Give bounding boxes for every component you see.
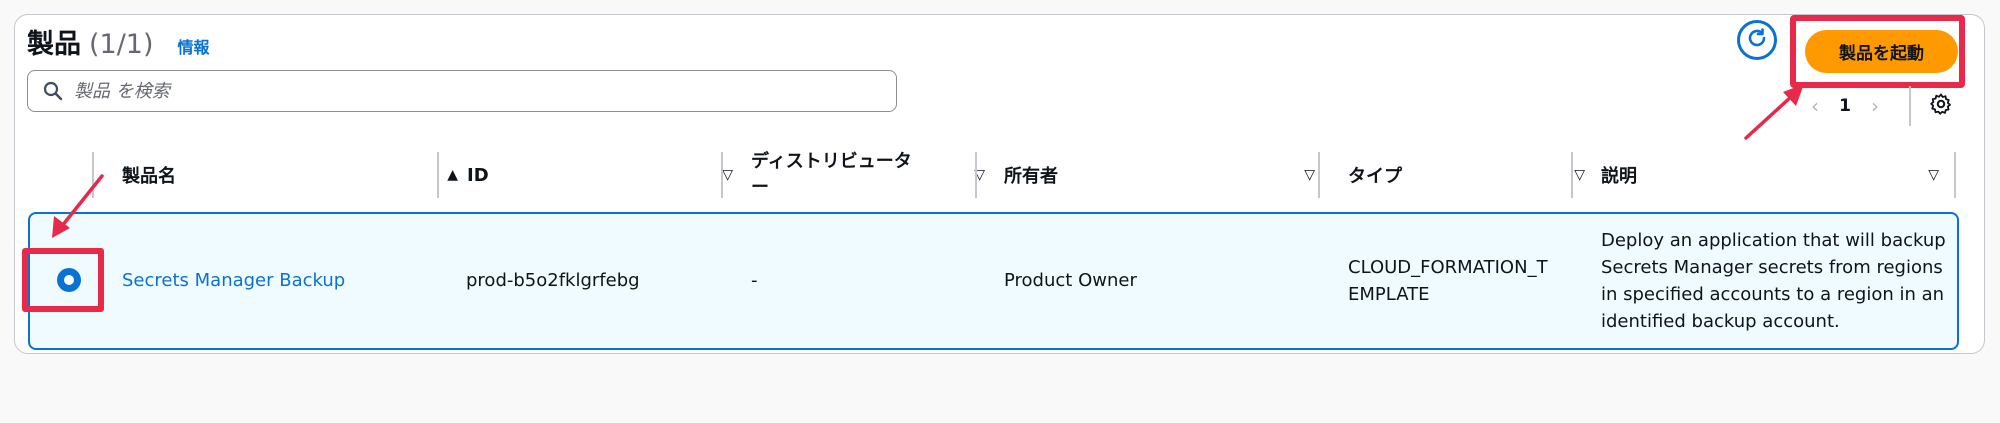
column-header-product-name[interactable]: 製品名 ▲	[122, 148, 474, 202]
column-divider	[1954, 152, 1956, 198]
sort-icon[interactable]: ▽	[1304, 167, 1315, 183]
launch-product-button[interactable]: 製品を起動	[1805, 30, 1958, 73]
product-description: Deploy an application that will backup S…	[1601, 230, 1946, 332]
gear-icon	[1929, 92, 1953, 120]
pagination: ‹ 1 ›	[1800, 88, 1890, 124]
column-divider[interactable]	[1318, 152, 1320, 198]
refresh-button[interactable]	[1737, 20, 1777, 60]
product-id: prod-b5o2fklgrfebg	[466, 270, 640, 291]
product-distributor: -	[751, 270, 758, 291]
column-label: 製品名	[122, 166, 176, 187]
column-divider[interactable]	[975, 152, 977, 198]
table-header: 製品名 ▲ ID ▽ ディストリビュータ ー ▽ 所有者 ▽ タイプ ▽ 説明 …	[35, 148, 1965, 202]
product-name-link[interactable]: Secrets Manager Backup	[122, 267, 345, 294]
sort-icon[interactable]: ▽	[1928, 167, 1939, 183]
column-divider[interactable]	[721, 152, 723, 198]
product-owner: Product Owner	[1004, 270, 1137, 291]
column-label: タイプ	[1348, 166, 1402, 187]
settings-button[interactable]	[1925, 90, 1957, 122]
column-divider	[92, 152, 94, 198]
column-divider[interactable]	[1571, 152, 1573, 198]
column-label: ID	[467, 164, 489, 186]
sort-icon[interactable]: ▽	[722, 167, 733, 183]
column-header-owner[interactable]: 所有者 ▽	[1004, 148, 1331, 202]
row-select-radio[interactable]	[57, 268, 81, 292]
previous-page-button[interactable]: ‹	[1800, 94, 1830, 118]
refresh-icon	[1745, 26, 1769, 54]
search-icon	[42, 80, 64, 102]
page-header: 製品 (1/1) 情報	[27, 22, 210, 61]
pagination-divider	[1909, 86, 1911, 126]
search-bar[interactable]	[27, 70, 897, 112]
column-header-type[interactable]: タイプ ▽	[1348, 148, 1601, 202]
next-page-button[interactable]: ›	[1860, 94, 1890, 118]
product-type: CLOUD_FORMATION_T EMPLATE	[1348, 257, 1548, 305]
sort-icon[interactable]: ▽	[1574, 167, 1585, 183]
column-header-id[interactable]: ID ▽	[467, 148, 749, 202]
column-header-description[interactable]: 説明 ▽	[1601, 148, 1955, 202]
column-label: ディストリビュータ ー	[751, 151, 912, 198]
column-header-distributor[interactable]: ディストリビュータ ー ▽	[751, 148, 1001, 202]
column-divider[interactable]	[437, 152, 439, 198]
column-label: 所有者	[1004, 166, 1058, 187]
sort-ascending-icon[interactable]: ▲	[447, 167, 458, 183]
page-title: 製品	[27, 29, 81, 60]
column-label: 説明	[1601, 166, 1637, 187]
product-count: (1/1)	[89, 29, 154, 60]
info-link[interactable]: 情報	[178, 34, 210, 58]
search-input[interactable]	[74, 80, 854, 102]
page-number[interactable]: 1	[1830, 96, 1860, 116]
